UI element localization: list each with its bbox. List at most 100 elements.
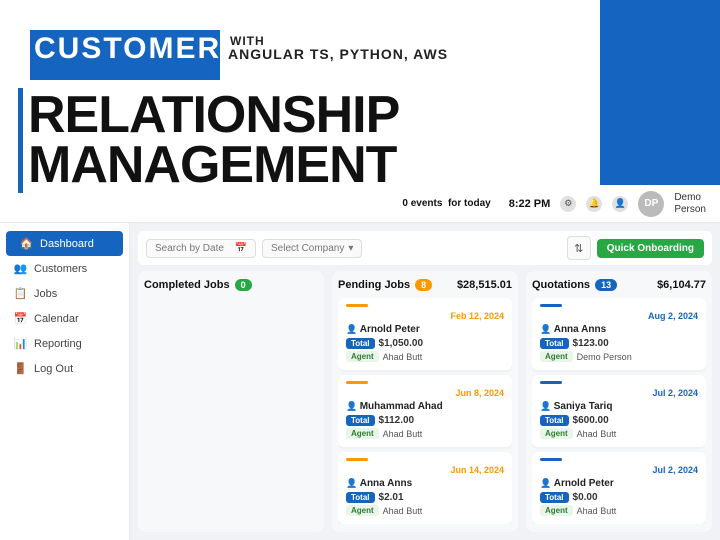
- card-name-1: Arnold Peter: [346, 324, 504, 335]
- completed-jobs-badge: 0: [235, 279, 252, 291]
- q-card-date-2: Jul 2, 2024: [540, 388, 698, 398]
- card-agent-2: Ahad Butt: [383, 429, 423, 439]
- q-card-agent-row-2: Agent Ahad Butt: [540, 428, 698, 439]
- q-card-total-row-2: Total $600.00: [540, 415, 698, 426]
- quotations-title: Quotations: [532, 279, 590, 291]
- events-suffix: for today: [448, 198, 491, 209]
- q-agent-tag-2: Agent: [540, 428, 573, 439]
- bell-icon[interactable]: 🔔: [586, 196, 602, 212]
- q-agent-tag-1: Agent: [540, 351, 573, 362]
- q-card-date-3: Jul 2, 2024: [540, 465, 698, 475]
- q-card-total-row-1: Total $123.00: [540, 338, 698, 349]
- pending-jobs-title: Pending Jobs: [338, 279, 410, 291]
- card-agent-row-3: Agent Ahad Butt: [346, 505, 504, 516]
- q-card-date-1: Aug 2, 2024: [540, 311, 698, 321]
- job-columns: Completed Jobs 0 Pending Jobs 8 $28,515.…: [138, 271, 712, 532]
- filter-toggle-button[interactable]: ⇅: [567, 236, 591, 260]
- card-bar-3: [346, 458, 368, 461]
- company-filter[interactable]: Select Company ▾: [262, 239, 362, 258]
- card-name-2: Muhammad Ahad: [346, 401, 504, 412]
- quotation-card-2[interactable]: Jul 2, 2024 Saniya Tariq Total $600.00 A…: [532, 375, 706, 447]
- q-card-name-3: Arnold Peter: [540, 478, 698, 489]
- username-display: Demo Person: [674, 192, 706, 216]
- company-filter-label: Select Company: [271, 243, 344, 254]
- card-date-3: Jun 14, 2024: [346, 465, 504, 475]
- q-card-amount-3: $0.00: [573, 492, 598, 503]
- quotations-list: Aug 2, 2024 Anna Anns Total $123.00 Agen…: [532, 298, 706, 524]
- q-card-amount-2: $600.00: [573, 415, 609, 426]
- settings-icon[interactable]: ⚙: [560, 196, 576, 212]
- quotations-column: Quotations 13 $6,104.77 Aug 2, 2024 Anna…: [526, 271, 712, 532]
- date-filter-label: Search by Date: [155, 243, 224, 254]
- sidebar-logout-label: Log Out: [34, 363, 73, 375]
- quotation-card-3[interactable]: Jul 2, 2024 Arnold Peter Total $0.00 Age…: [532, 452, 706, 524]
- quotation-card-1[interactable]: Aug 2, 2024 Anna Anns Total $123.00 Agen…: [532, 298, 706, 370]
- sidebar-jobs-label: Jobs: [34, 288, 57, 300]
- agent-tag-3: Agent: [346, 505, 379, 516]
- card-amount-3: $2.01: [379, 492, 404, 503]
- pending-job-card-2[interactable]: Jun 8, 2024 Muhammad Ahad Total $112.00 …: [338, 375, 512, 447]
- total-tag-2: Total: [346, 415, 375, 426]
- notifications-icon[interactable]: 👤: [612, 196, 628, 212]
- card-agent-1: Ahad Butt: [383, 352, 423, 362]
- pending-jobs-header: Pending Jobs 8 $28,515.01: [338, 279, 512, 291]
- sidebar-item-reporting[interactable]: 📊 Reporting: [0, 331, 129, 356]
- q-card-agent-row-1: Agent Demo Person: [540, 351, 698, 362]
- sidebar-calendar-label: Calendar: [34, 313, 79, 325]
- completed-jobs-list: [144, 298, 318, 524]
- sidebar-item-jobs[interactable]: 📋 Jobs: [0, 281, 129, 306]
- card-agent-row-2: Agent Ahad Butt: [346, 428, 504, 439]
- q-card-agent-row-3: Agent Ahad Butt: [540, 505, 698, 516]
- filter-bar: Search by Date 📅 Select Company ▾ ⇅ Quic…: [138, 231, 712, 265]
- topbar-time: 8:22 PM: [509, 198, 551, 210]
- card-date-2: Jun 8, 2024: [346, 388, 504, 398]
- q-card-total-row-3: Total $0.00: [540, 492, 698, 503]
- total-tag-3: Total: [346, 492, 375, 503]
- quotations-header: Quotations 13 $6,104.77: [532, 279, 706, 291]
- card-bar-1: [346, 304, 368, 307]
- sidebar-item-calendar[interactable]: 📅 Calendar: [0, 306, 129, 331]
- card-bar-2: [346, 381, 368, 384]
- pending-jobs-list: Feb 12, 2024 Arnold Peter Total $1,050.0…: [338, 298, 512, 524]
- sidebar-dashboard-label: Dashboard: [40, 238, 94, 250]
- completed-jobs-column: Completed Jobs 0: [138, 271, 324, 532]
- q-card-amount-1: $123.00: [573, 338, 609, 349]
- q-card-bar-3: [540, 458, 562, 461]
- quick-onboarding-button[interactable]: Quick Onboarding: [597, 239, 704, 258]
- q-card-agent-3: Ahad Butt: [577, 506, 617, 516]
- main-layout: 🏠 Dashboard 👥 Customers 📋 Jobs 📅 Calenda…: [0, 223, 720, 540]
- sidebar-customers-label: Customers: [34, 263, 87, 275]
- username-line2: Person: [674, 204, 706, 216]
- date-filter[interactable]: Search by Date 📅: [146, 239, 256, 258]
- card-name-3: Anna Anns: [346, 478, 504, 489]
- card-total-row-1: Total $1,050.00: [346, 338, 504, 349]
- hero-management-label: MANAGEMENT: [28, 135, 396, 195]
- q-card-bar-2: [540, 381, 562, 384]
- sidebar-item-customers[interactable]: 👥 Customers: [0, 256, 129, 281]
- events-label: 0 events for today: [402, 198, 490, 209]
- avatar[interactable]: DP: [638, 191, 664, 217]
- events-count: 0 events: [402, 198, 442, 209]
- q-card-agent-1: Demo Person: [577, 352, 632, 362]
- q-total-tag-3: Total: [540, 492, 569, 503]
- app-container: 0 events for today 8:22 PM ⚙ 🔔 👤 DP Demo…: [0, 185, 720, 540]
- completed-jobs-header: Completed Jobs 0: [144, 279, 318, 291]
- sidebar-item-logout[interactable]: 🚪 Log Out: [0, 356, 129, 381]
- main-content: Search by Date 📅 Select Company ▾ ⇅ Quic…: [130, 223, 720, 540]
- pending-job-card-1[interactable]: Feb 12, 2024 Arnold Peter Total $1,050.0…: [338, 298, 512, 370]
- q-card-bar-1: [540, 304, 562, 307]
- card-agent-3: Ahad Butt: [383, 506, 423, 516]
- q-total-tag-2: Total: [540, 415, 569, 426]
- agent-tag-2: Agent: [346, 428, 379, 439]
- customers-icon: 👥: [14, 262, 27, 275]
- sidebar-item-dashboard[interactable]: 🏠 Dashboard: [6, 231, 123, 256]
- pending-jobs-badge: 8: [415, 279, 432, 291]
- calendar-icon: 📅: [14, 312, 27, 325]
- pending-job-card-3[interactable]: Jun 14, 2024 Anna Anns Total $2.01 Agent…: [338, 452, 512, 524]
- username-line1: Demo: [674, 192, 706, 204]
- pending-jobs-amount: $28,515.01: [457, 279, 512, 291]
- agent-tag-1: Agent: [346, 351, 379, 362]
- sidebar-reporting-label: Reporting: [34, 338, 82, 350]
- quotations-badge: 13: [595, 279, 617, 291]
- card-date-1: Feb 12, 2024: [346, 311, 504, 321]
